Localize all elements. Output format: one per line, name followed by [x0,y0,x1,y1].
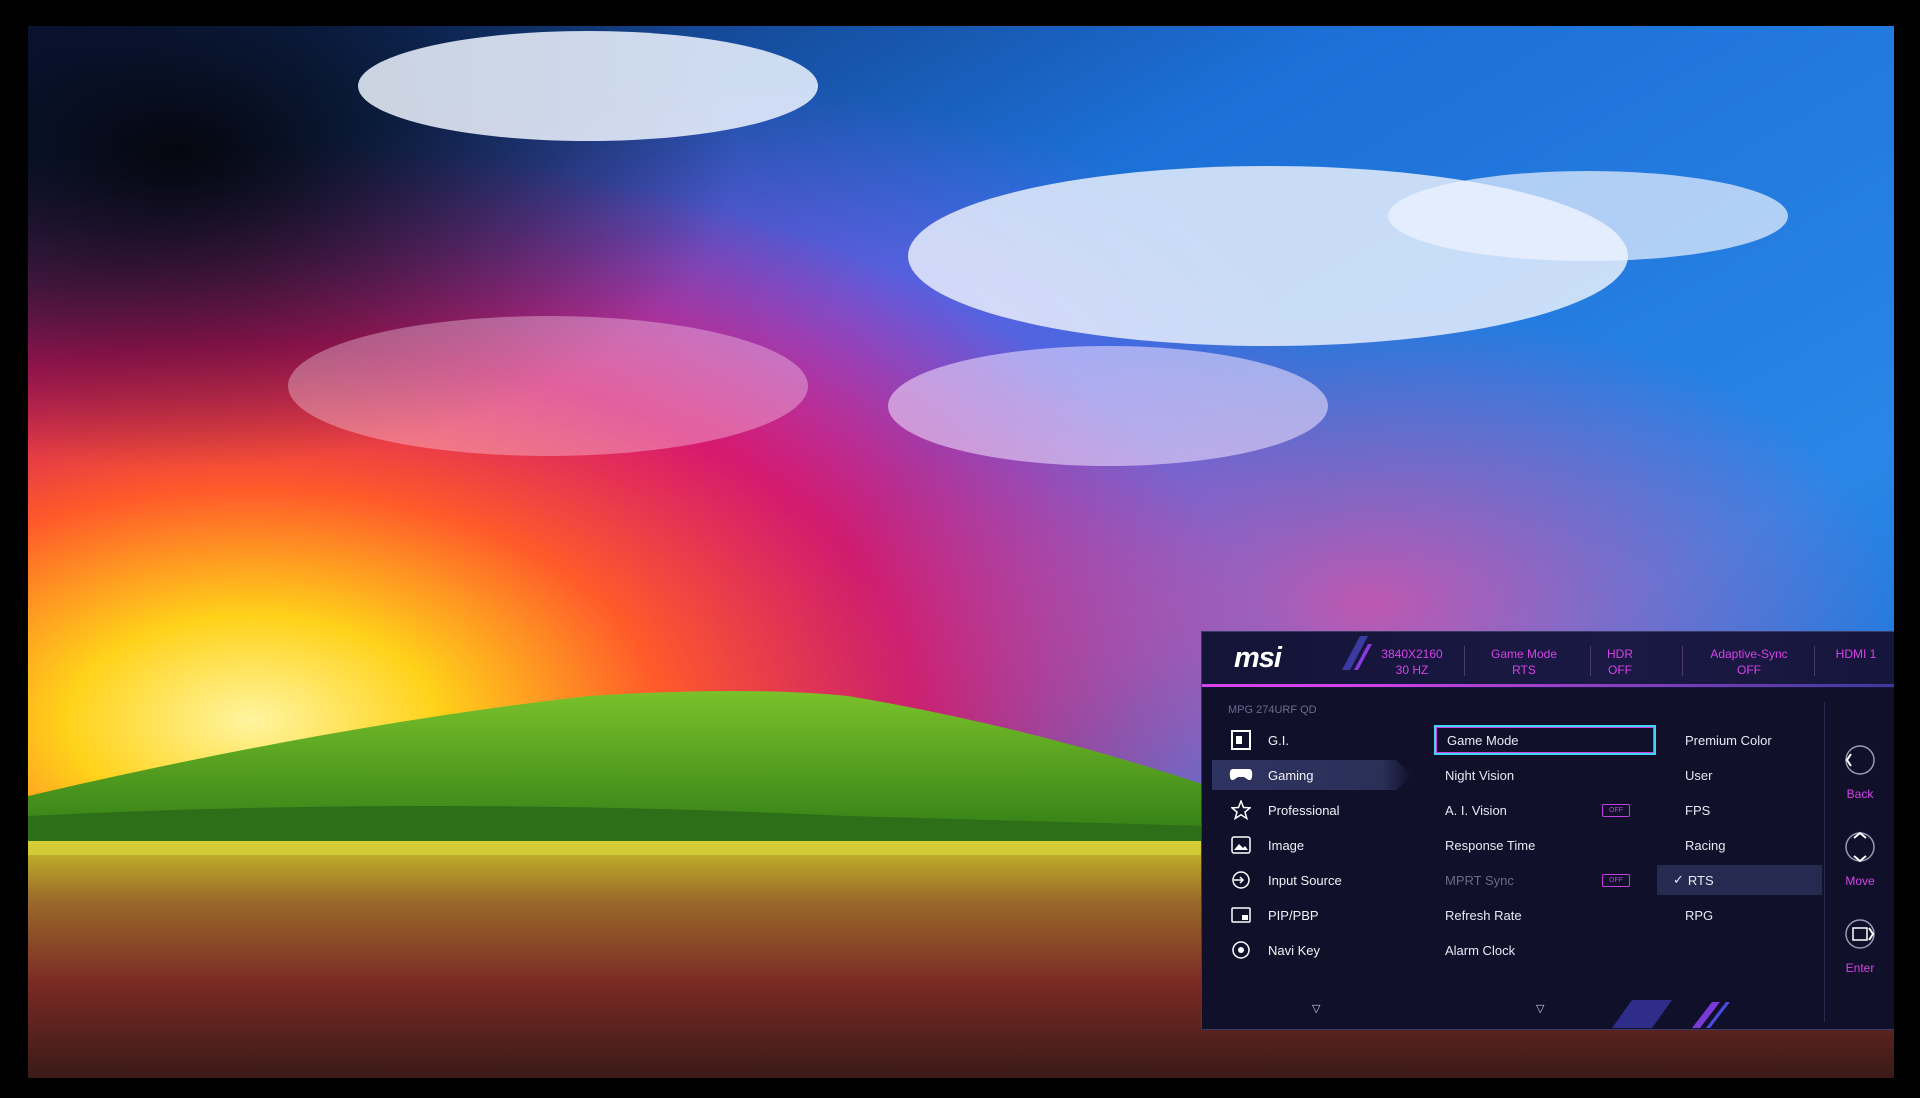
option-racing[interactable]: Racing [1657,830,1822,860]
control-label: Back [1846,787,1874,801]
scroll-down-arrow-icon[interactable]: ▽ [1536,1002,1544,1015]
menu-item-label: G.I. [1268,732,1289,748]
option-rts[interactable]: ✓ RTS [1657,865,1822,895]
model-name: MPG 274URF QD [1228,704,1317,716]
move-control[interactable]: Move [1828,829,1892,888]
option-user[interactable]: User [1657,760,1822,790]
menu-item-gi[interactable]: G.I. [1212,725,1412,755]
menu-item-label: Image [1268,837,1305,853]
sub-item-night-vision[interactable]: Night Vision [1434,760,1656,790]
menu-item-pip-pbp[interactable]: PIP/PBP [1212,900,1412,930]
back-icon [1845,745,1875,775]
star-icon [1228,799,1254,821]
option-fps[interactable]: FPS [1657,795,1822,825]
control-label: Enter [1845,961,1875,975]
back-control[interactable]: Back [1828,742,1892,801]
control-label: Move [1845,874,1875,888]
option-rpg[interactable]: RPG [1657,900,1822,930]
menu-item-label: PIP/PBP [1268,907,1319,923]
osd-status-bar: msi 3840X2160 30 HZ Game Mode RTS HDR OFF A… [1202,632,1894,688]
sub-item-response-time[interactable]: Response Time [1434,830,1656,860]
enter-icon [1845,919,1875,949]
scroll-down-arrow-icon[interactable]: ▽ [1312,1002,1320,1015]
divider [1824,702,1825,1022]
ai-vision-toggle[interactable]: OFF [1602,804,1630,817]
gi-icon [1228,729,1254,751]
menu-item-input-source[interactable]: Input Source [1212,865,1412,895]
navi-key-icon [1228,939,1254,961]
sub-item-game-mode[interactable]: Game Mode [1434,725,1656,755]
menu-item-gaming[interactable]: Gaming [1212,760,1412,790]
gamepad-icon [1228,764,1254,786]
move-icon [1845,831,1875,863]
status-adaptive-sync: Adaptive-Sync OFF [1710,647,1788,677]
menu-item-professional[interactable]: Professional [1212,795,1412,825]
status-game-mode: Game Mode RTS [1490,647,1558,677]
menu-item-label: Gaming [1268,767,1314,783]
input-source-icon [1228,869,1254,891]
menu-item-label: Navi Key [1268,942,1321,958]
status-resolution: 3840X2160 30 HZ [1381,647,1443,677]
osd-menu-panel: msi 3840X2160 30 HZ Game Mode RTS HDR OFF A… [1201,631,1894,1030]
menu-item-navi-key[interactable]: Navi Key [1212,935,1412,965]
pip-icon [1228,904,1254,926]
option-label: RTS [1687,872,1714,888]
corner-accent-stripes [1612,1000,1730,1028]
header-accent-stripes [1342,636,1372,670]
status-hdr: HDR OFF [1607,647,1633,677]
sub-item-refresh-rate[interactable]: Refresh Rate [1434,900,1656,930]
msi-logo: msi [1234,642,1282,674]
sub-item-alarm-clock[interactable]: Alarm Clock [1434,935,1656,965]
mprt-sync-toggle[interactable]: OFF [1602,874,1630,887]
image-icon [1228,834,1254,856]
checkmark-icon: ✓ [1673,872,1684,887]
menu-item-image[interactable]: Image [1212,830,1412,860]
option-premium-color[interactable]: Premium Color [1657,725,1822,755]
menu-item-label: Professional [1268,802,1340,818]
status-input: HDMI 1 [1835,647,1877,661]
enter-control[interactable]: Enter [1828,916,1892,975]
menu-item-label: Input Source [1268,872,1342,888]
monitor-screen: msi 3840X2160 30 HZ Game Mode RTS HDR OFF A… [28,26,1894,1078]
